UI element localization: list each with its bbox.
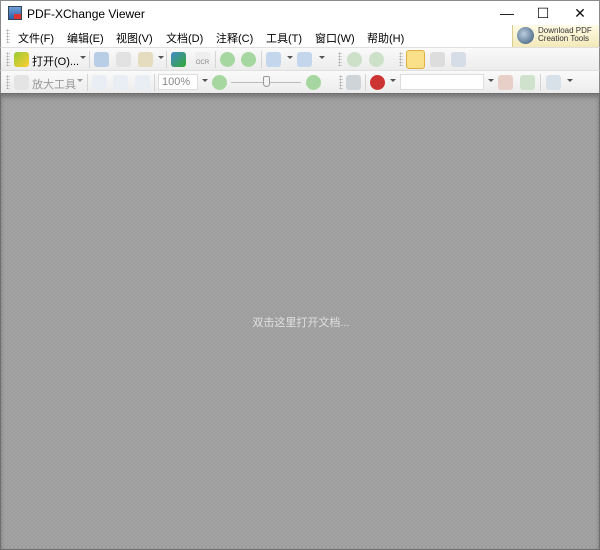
open-button[interactable]: 打开(O)... <box>32 53 79 69</box>
separator <box>154 74 155 91</box>
select-text-icon[interactable] <box>451 52 466 67</box>
menu-edit[interactable]: 编辑(E) <box>67 30 104 46</box>
open-document-hint[interactable]: 双击这里打开文档... <box>1 314 600 330</box>
search-dropdown-arrow[interactable] <box>390 79 396 82</box>
separator <box>166 51 167 68</box>
redo-dropdown-arrow[interactable] <box>319 56 325 59</box>
snapshot-icon[interactable] <box>430 52 445 67</box>
separator <box>89 51 90 68</box>
grip-handle[interactable] <box>399 52 403 66</box>
window-title: PDF-XChange Viewer <box>27 7 145 21</box>
search-web-icon[interactable] <box>370 75 385 90</box>
find-previous-icon[interactable] <box>498 75 513 90</box>
menu-comment[interactable]: 注释(C) <box>216 30 253 46</box>
fit-page-icon[interactable] <box>113 75 128 90</box>
menu-bar: 文件(F) 编辑(E) 视图(V) 文档(D) 注释(C) 工具(T) 窗口(W… <box>0 25 600 47</box>
menu-tools[interactable]: 工具(T) <box>266 30 302 46</box>
search-input-dropdown-arrow[interactable] <box>488 79 494 82</box>
open-folder-icon[interactable] <box>14 52 29 67</box>
menu-help[interactable]: 帮助(H) <box>367 30 404 46</box>
rotate-right-icon[interactable] <box>369 52 384 67</box>
menu-file[interactable]: 文件(F) <box>18 30 54 46</box>
back-icon[interactable] <box>220 52 235 67</box>
zoom-level-input[interactable]: 100% <box>158 74 198 90</box>
pen-dropdown-arrow[interactable] <box>567 79 573 82</box>
zoom-tool-button[interactable]: 放大工具 <box>32 76 76 92</box>
redo-icon[interactable] <box>297 52 312 67</box>
zoom-level-dropdown-arrow[interactable] <box>202 79 208 82</box>
undo-icon[interactable] <box>266 52 281 67</box>
menu-document[interactable]: 文档(D) <box>166 30 203 46</box>
fit-width-icon[interactable] <box>135 75 150 90</box>
zoom-slider-thumb[interactable] <box>263 76 270 87</box>
zoom-in-icon[interactable] <box>306 75 321 90</box>
zoom-tool-dropdown-arrow[interactable] <box>77 79 83 82</box>
rotate-left-icon[interactable] <box>347 52 362 67</box>
grip-handle[interactable] <box>6 75 10 89</box>
menu-window[interactable]: 窗口(W) <box>315 30 355 46</box>
open-dropdown-arrow[interactable] <box>80 56 86 59</box>
dropdown-arrow[interactable] <box>158 56 164 59</box>
toolbar-main: 打开(O)... OCR <box>0 47 600 70</box>
ocr-icon[interactable]: OCR <box>195 52 210 67</box>
menu-view[interactable]: 视图(V) <box>116 30 153 46</box>
globe-hand-icon <box>517 27 534 44</box>
search-input[interactable] <box>400 74 484 90</box>
pen-icon[interactable] <box>546 75 561 90</box>
save-icon[interactable] <box>94 52 109 67</box>
zoom-out-icon[interactable] <box>212 75 227 90</box>
magnifier-icon[interactable] <box>14 75 29 90</box>
forward-icon[interactable] <box>241 52 256 67</box>
separator <box>540 74 541 91</box>
actual-size-icon[interactable] <box>92 75 107 90</box>
separator <box>215 51 216 68</box>
separator <box>261 51 262 68</box>
title-bar: PDF-XChange Viewer — ☐ ✕ <box>0 0 600 25</box>
separator <box>87 74 88 91</box>
minimize-button[interactable]: — <box>489 1 525 26</box>
undo-dropdown-arrow[interactable] <box>287 56 293 59</box>
hand-tool-icon[interactable] <box>406 50 425 69</box>
find-next-icon[interactable] <box>520 75 535 90</box>
scan-icon[interactable] <box>171 52 186 67</box>
separator <box>365 74 366 91</box>
grip-handle[interactable] <box>339 75 343 89</box>
download-promo-button[interactable]: Download PDF Creation Tools <box>512 25 599 47</box>
grip-handle[interactable] <box>6 29 10 43</box>
maximize-button[interactable]: ☐ <box>525 1 561 26</box>
close-button[interactable]: ✕ <box>562 1 598 26</box>
print-icon[interactable] <box>116 52 131 67</box>
find-binoculars-icon[interactable] <box>346 75 361 90</box>
app-icon <box>8 6 22 20</box>
grip-handle[interactable] <box>6 52 10 66</box>
toolbar-zoom: 放大工具 100% <box>0 70 600 93</box>
promo-line2: Creation Tools <box>538 34 589 43</box>
email-icon[interactable] <box>138 52 153 67</box>
grip-handle[interactable] <box>338 52 342 66</box>
document-workspace[interactable]: 双击这里打开文档... <box>0 93 600 550</box>
